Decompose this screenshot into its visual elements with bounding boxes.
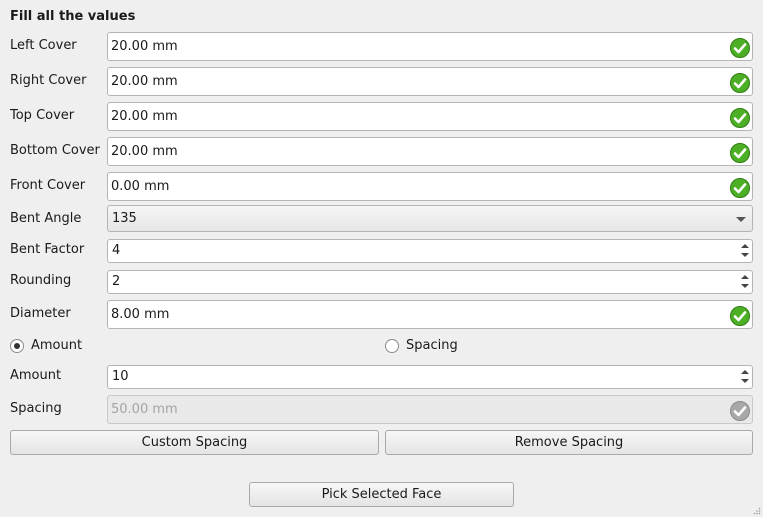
left-cover-value: 20.00 mm [111,39,178,54]
front-cover-value: 0.00 mm [111,179,170,194]
diameter-input[interactable]: 8.00 mm [107,300,753,329]
rounding-spinbox[interactable]: 2 [107,270,753,294]
remove-spacing-button[interactable]: Remove Spacing [385,430,753,455]
bottom-cover-input[interactable]: 20.00 mm [107,137,753,166]
amount-radio[interactable] [10,338,24,353]
front-cover-input[interactable]: 0.00 mm [107,172,753,201]
spacing-radio-label: Spacing [406,338,458,353]
chevron-down-icon [736,217,746,222]
amount-radio-option[interactable]: Amount [10,338,82,353]
spin-arrows-icon[interactable] [738,366,752,388]
spin-arrows-icon[interactable] [738,271,752,293]
bottom-cover-value: 20.00 mm [111,144,178,159]
valid-check-icon [730,143,750,163]
rounding-label: Rounding [10,273,72,288]
amount-spinbox[interactable]: 10 [107,365,753,389]
valid-check-icon [730,306,750,326]
spacing-label: Spacing [10,401,62,416]
disabled-check-icon [730,401,750,421]
valid-check-icon [730,108,750,128]
diameter-value: 8.00 mm [111,307,170,322]
spacing-radio-option[interactable]: Spacing [385,338,458,353]
bent-angle-dropdown[interactable]: 135 [107,205,753,232]
spacing-input: 50.00 mm [107,395,753,424]
diameter-label: Diameter [10,306,71,321]
rounding-value: 2 [112,274,121,289]
spin-arrows-icon[interactable] [738,240,752,262]
right-cover-label: Right Cover [10,73,87,88]
bent-factor-label: Bent Factor [10,242,85,257]
spacing-value: 50.00 mm [111,402,178,417]
top-cover-value: 20.00 mm [111,109,178,124]
bent-angle-label: Bent Angle [10,211,82,226]
bent-factor-spinbox[interactable]: 4 [107,239,753,263]
spacing-radio[interactable] [385,338,399,353]
amount-radio-label: Amount [31,338,83,353]
amount-label: Amount [10,368,62,383]
bent-angle-value: 135 [112,211,137,226]
amount-value: 10 [112,369,129,384]
left-cover-input[interactable]: 20.00 mm [107,32,753,61]
front-cover-label: Front Cover [10,178,86,193]
pick-selected-face-button[interactable]: Pick Selected Face [249,482,514,507]
valid-check-icon [730,178,750,198]
valid-check-icon [730,73,750,93]
right-cover-input[interactable]: 20.00 mm [107,67,753,96]
left-cover-label: Left Cover [10,38,77,53]
top-cover-label: Top Cover [10,108,75,123]
right-cover-value: 20.00 mm [111,74,178,89]
top-cover-input[interactable]: 20.00 mm [107,102,753,131]
custom-spacing-button[interactable]: Custom Spacing [10,430,379,455]
bent-factor-value: 4 [112,243,121,258]
resize-grip-icon[interactable] [753,507,761,515]
form-heading: Fill all the values [10,9,136,24]
valid-check-icon [730,38,750,58]
bottom-cover-label: Bottom Cover [10,143,100,158]
